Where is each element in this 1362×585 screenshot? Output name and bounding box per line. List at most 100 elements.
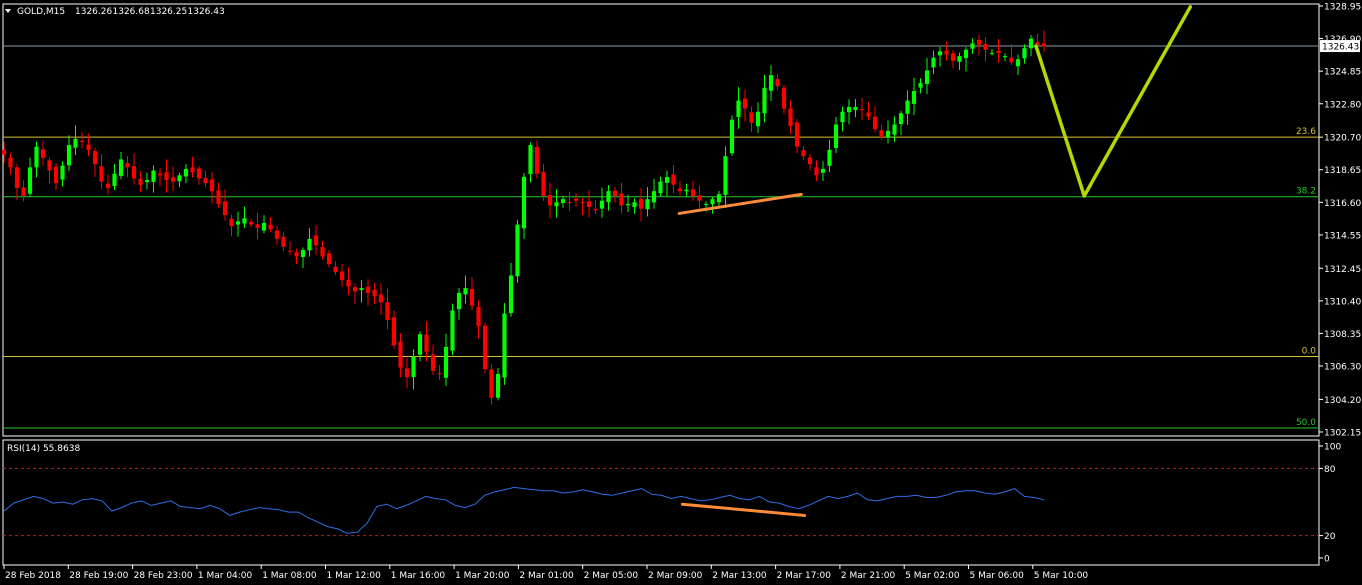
candle-body [833,124,839,148]
candle-body [274,230,280,239]
rsi-line [3,486,1045,534]
candle-body [469,288,475,306]
rsi-label: RSI(14) 55.8638 [7,444,80,454]
candle-body [495,373,501,398]
candle-body [391,317,397,346]
candle-body [944,50,949,55]
candle-body [606,191,611,203]
candle-body [287,250,293,252]
gold-m15-chart[interactable]: 1328.951326.901324.851322.801320.701318.… [0,0,1362,585]
candle-body [970,43,975,49]
candle-body [118,159,124,176]
price-tick-label: 1310.40 [1324,297,1361,307]
candle-body [716,194,722,203]
price-tick-label: 1328.95 [1324,3,1361,13]
candle-body [911,91,917,104]
candle-body [593,208,598,211]
candle-body [872,116,878,130]
rsi-panel-border [2,439,1320,566]
candle-body [489,369,494,398]
candle-body [879,130,884,138]
candle-body [775,79,780,87]
main-panel-border [2,3,1320,437]
candle-body [268,224,273,230]
candle-body [957,56,962,62]
candle-body [40,149,46,158]
candle-body [554,202,559,207]
price-tick-label: 1308.35 [1324,330,1361,340]
price-tick-label: 1322.80 [1324,100,1361,110]
candle-body [885,130,891,138]
candle-body [820,168,826,173]
candle-body [736,100,741,117]
candle-body [1,149,7,155]
candle-body [352,287,358,292]
candle-body [651,191,657,203]
time-tick-label: 1 Mar 08:00 [262,571,317,581]
candle-body [853,106,858,111]
candle-body [248,221,254,225]
fib-level-label: 23.6 [1296,127,1316,137]
candle-body [703,203,709,205]
candle-body [21,187,26,196]
candle-body [996,50,1001,53]
candle-body [112,173,117,186]
candle-body [326,253,332,265]
candle-body [79,140,85,142]
candle-body [229,218,234,227]
price-tick-label: 1302.15 [1324,429,1361,439]
candle-body [404,368,410,378]
fib-level-label: 38.2 [1296,187,1316,197]
candle-body [53,166,59,184]
candle-body [320,247,325,257]
candle-body [794,122,800,147]
candle-body [846,106,852,113]
ohlc-value: 1326.25 [150,7,187,17]
candle-body [307,238,312,251]
candle-body [749,112,754,123]
time-tick-label: 28 Feb 2018 [5,571,61,581]
candle-body [261,222,267,231]
candle-body [138,178,143,185]
current-price-label: 1326.43 [1322,43,1359,53]
candle-body [365,286,371,293]
candle-body [346,279,351,287]
candle-body [378,294,384,303]
candle-body [1002,56,1008,58]
time-tick-label: 1 Mar 16:00 [391,571,446,581]
candle-body [684,189,689,192]
time-tick-label: 2 Mar 09:00 [648,571,703,581]
forecast-path-line[interactable] [1034,5,1193,198]
candle-body [125,162,130,168]
candle-body [755,111,761,127]
candle-body [164,172,169,181]
rsi-tick-label: 20 [1324,532,1336,542]
candle-body [924,70,930,84]
candle-body [313,235,319,246]
candle-body [534,146,540,174]
dropdown-triangle-icon[interactable] [5,9,11,13]
candle-body [690,189,696,196]
candle-body [840,111,845,123]
candle-body [573,198,579,201]
time-tick-label: 5 Mar 06:00 [970,571,1025,581]
candle-body [528,145,533,175]
time-tick-label: 5 Mar 10:00 [1034,571,1089,581]
candle-body [235,221,241,225]
candle-body [47,160,52,171]
candle-body [437,373,442,375]
candle-body [476,306,481,327]
candle-body [905,100,910,114]
price-tick-label: 1318.65 [1324,166,1361,176]
candle-body [1015,59,1021,67]
candle-body [34,146,39,168]
price-tick-label: 1314.55 [1324,231,1361,241]
candle-body [697,195,702,201]
candle-body [443,346,449,378]
candle-body [729,119,735,154]
candle-body [105,183,111,189]
candle-body [931,57,936,68]
fib-level-label: 50.0 [1296,418,1316,428]
candle-body [788,108,793,127]
ohlc-value: 1326.68 [113,7,150,17]
